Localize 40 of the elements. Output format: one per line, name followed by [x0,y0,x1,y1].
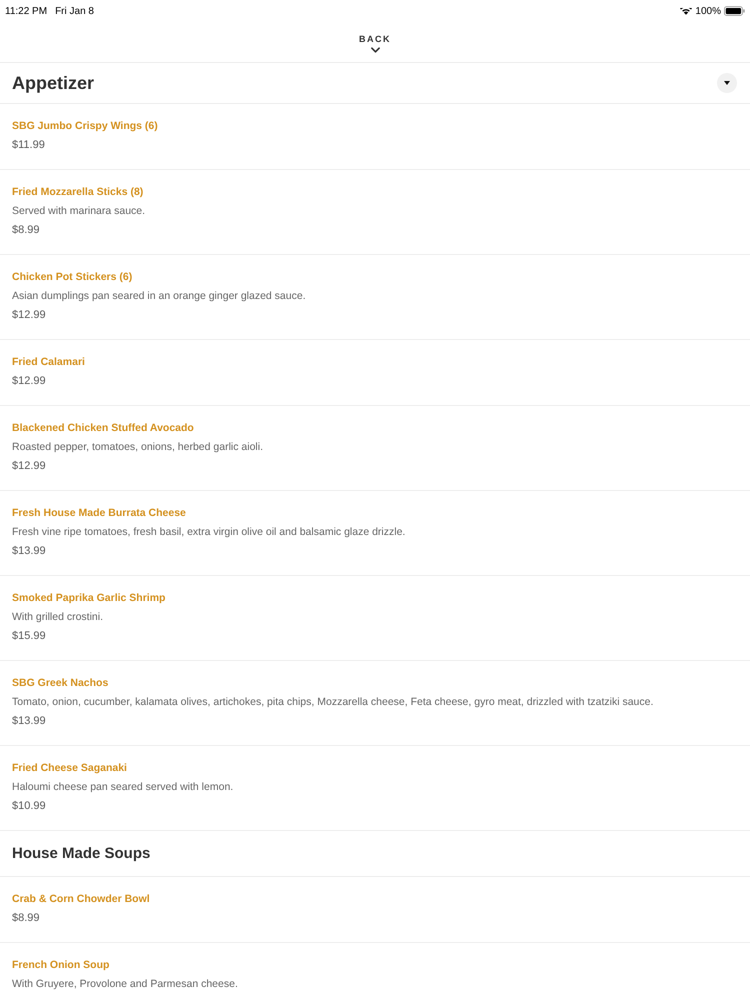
item-price: $10.99 [12,799,47,814]
item-name: Chicken Pot Stickers (6) [12,270,134,285]
item-name: Fried Mozzarella Sticks (8) [12,185,144,200]
item-price: $13.99 [12,714,47,729]
item-name: French Onion Soup [12,958,110,973]
item-name: Blackened Chicken Stuffed Avocado [12,421,195,436]
item-price: $12.99 [12,459,47,474]
item-description: Served with marinara sauce. [12,204,146,219]
wifi-icon [680,8,692,14]
item-price: $15.99 [12,629,47,644]
status-time: 11:22 PM [5,6,48,16]
section-title: House Made Soups [12,845,150,862]
item-price: $13.99 [12,544,47,559]
item-price: $12.99 [12,308,47,323]
battery-icon [724,6,745,16]
dropdown-button[interactable] [717,73,737,93]
item-description: Roasted pepper, tomatoes, onions, herbed garlic aioli. [12,440,264,455]
item-name: Fresh House Made Burrata Cheese [12,506,187,521]
item-name: Smoked Paprika Garlic Shrimp [12,591,166,606]
item-name: SBG Jumbo Crispy Wings (6) [12,119,159,134]
status-date: Fri Jan 8 [55,6,94,16]
item-name: Fried Cheese Saganaki [12,761,128,776]
item-price: $12.99 [12,374,47,389]
item-price: $8.99 [12,223,41,238]
triangle-down-icon [724,81,730,85]
section-title: Appetizer [12,72,94,94]
item-name: Crab & Corn Chowder Bowl [12,892,151,907]
item-description: Fresh vine ripe tomatoes, fresh basil, extra virgin olive oil and balsamic glaze drizzle. [12,525,406,540]
back-button[interactable]: BACK [355,32,395,54]
item-description: Haloumi cheese pan seared served with lemon. [12,780,234,795]
item-description: Tomato, onion, cucumber, kalamata olives, artichokes, pita chips, Mozzarella cheese, Feta cheese, gyro meat, drizzled with tzatziki sauce. [12,695,654,710]
item-name: Fried Calamari [12,355,86,370]
chevron-down-icon [370,46,380,52]
item-price: $8.99 [12,911,41,926]
item-description: Asian dumplings pan seared in an orange ginger glazed sauce. [12,289,307,304]
item-name: SBG Greek Nachos [12,676,110,691]
item-price: $11.99 [12,138,46,153]
battery-percent: 100% [695,6,721,16]
item-description: With Gruyere, Provolone and Parmesan cheese. [12,977,239,992]
item-description: With grilled crostini. [12,610,104,625]
